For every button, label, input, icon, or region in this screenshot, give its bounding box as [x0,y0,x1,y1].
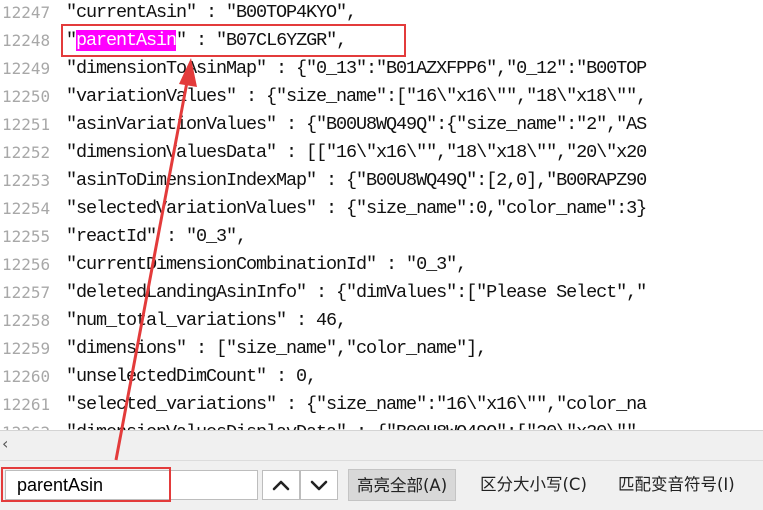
annotation-arrow [114,58,197,461]
